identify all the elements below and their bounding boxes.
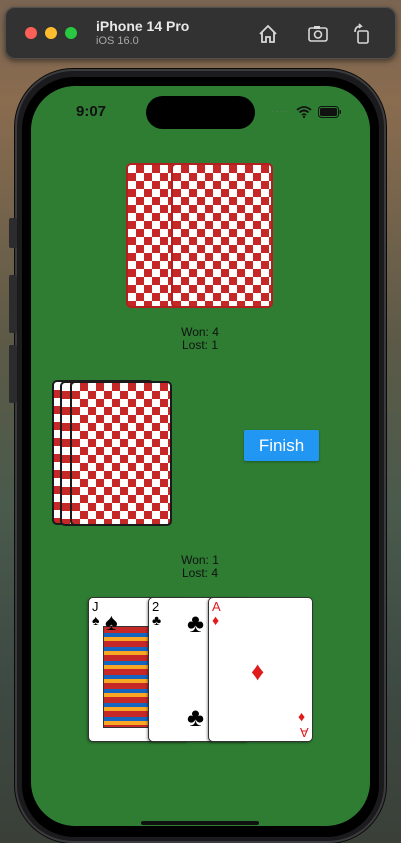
spade-icon: ♠	[105, 609, 118, 636]
rotate-icon[interactable]	[351, 23, 373, 45]
volume-down-button	[9, 345, 17, 403]
wifi-icon	[296, 106, 312, 118]
status-time: 9:07	[76, 103, 107, 120]
player-card-ace-of-diamonds[interactable]: A ♦ ♦ ♦ A	[208, 597, 313, 742]
screenshot-icon[interactable]	[307, 23, 329, 45]
opponent-score: Won: 4 Lost: 1	[160, 326, 240, 352]
finish-button[interactable]: Finish	[244, 430, 319, 461]
mute-switch	[9, 218, 17, 248]
signal-dots: ····	[271, 106, 289, 117]
simulator-toolbar: iPhone 14 Pro iOS 16.0	[5, 7, 396, 59]
os-version: iOS 16.0	[96, 35, 139, 47]
opponent-lost: Lost: 1	[181, 338, 219, 352]
club-icon: ♣	[187, 702, 205, 732]
home-icon[interactable]	[257, 23, 279, 45]
spade-icon: ♠	[92, 612, 100, 628]
player-lost: Lost: 4	[181, 566, 219, 580]
device-name: iPhone 14 Pro	[96, 18, 190, 34]
close-window-button[interactable]	[25, 27, 37, 39]
zoom-window-button[interactable]	[65, 27, 77, 39]
battery-icon	[318, 106, 341, 118]
dynamic-island	[146, 96, 255, 129]
diamond-icon: ♦	[251, 656, 265, 686]
card-rank: A	[300, 725, 309, 740]
volume-up-button	[9, 275, 17, 333]
diamond-icon: ♦	[298, 710, 306, 726]
player-score: Won: 1 Lost: 4	[160, 554, 240, 580]
club-icon: ♣	[152, 612, 162, 628]
club-icon: ♣	[187, 608, 205, 638]
opponent-card-back	[171, 163, 273, 308]
minimize-window-button[interactable]	[45, 27, 57, 39]
diamond-icon: ♦	[212, 612, 220, 628]
deck-card-back[interactable]	[70, 381, 172, 526]
home-indicator[interactable]	[141, 821, 259, 825]
